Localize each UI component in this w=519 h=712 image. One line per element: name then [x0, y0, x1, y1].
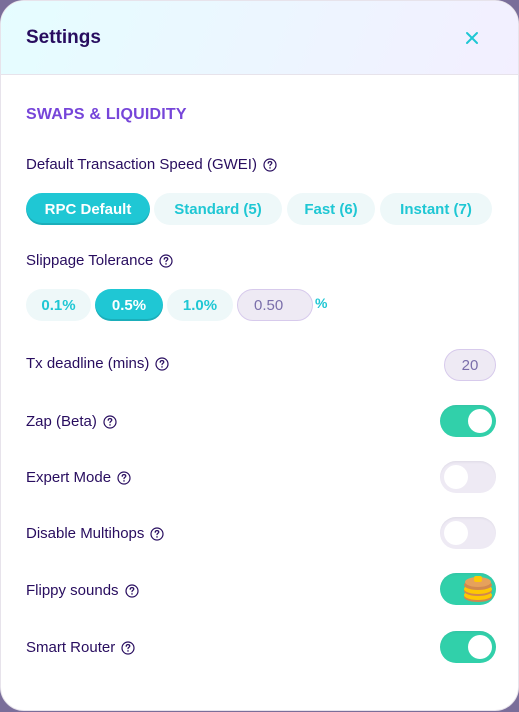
gas-option-fast[interactable]: Fast (6): [287, 193, 375, 225]
gas-option-rpc-default[interactable]: RPC Default: [26, 193, 150, 225]
pancake-icon: [464, 576, 492, 602]
help-icon[interactable]: [150, 526, 164, 541]
zap-label: Zap (Beta): [26, 413, 117, 430]
multihops-label-text: Disable Multihops: [26, 525, 145, 542]
slippage-custom-input[interactable]: 0.50: [237, 289, 313, 321]
close-button[interactable]: [457, 23, 487, 53]
multihops-label: Disable Multihops: [26, 525, 164, 542]
toggle-knob: [444, 521, 468, 545]
gas-speed-label: Default Transaction Speed (GWEI): [26, 156, 277, 173]
close-icon: [466, 32, 478, 44]
help-icon[interactable]: [155, 356, 169, 371]
toggle-knob: [468, 635, 492, 659]
slippage-option-1-0[interactable]: 1.0%: [167, 289, 233, 321]
deadline-label-text: Tx deadline (mins): [26, 355, 150, 372]
slippage-label: Slippage Tolerance: [26, 252, 173, 269]
zap-toggle[interactable]: [440, 405, 496, 437]
expert-mode-label: Expert Mode: [26, 469, 131, 486]
expert-mode-label-text: Expert Mode: [26, 469, 112, 486]
toggle-knob: [468, 409, 492, 433]
gas-speed-label-text: Default Transaction Speed (GWEI): [26, 156, 257, 173]
settings-modal: Settings SWAPS & LIQUIDITY Default Trans…: [0, 0, 519, 711]
help-icon[interactable]: [121, 640, 135, 655]
modal-header: Settings: [1, 1, 518, 75]
expert-mode-toggle[interactable]: [440, 461, 496, 493]
help-icon[interactable]: [263, 157, 277, 172]
gas-option-instant[interactable]: Instant (7): [380, 193, 492, 225]
deadline-input[interactable]: 20: [444, 349, 496, 381]
smart-router-label: Smart Router: [26, 639, 135, 656]
flippy-sounds-toggle[interactable]: [440, 573, 496, 605]
modal-title: Settings: [26, 27, 101, 48]
slippage-option-0-1[interactable]: 0.1%: [26, 289, 91, 321]
flippy-sounds-label: Flippy sounds: [26, 582, 139, 599]
slippage-label-text: Slippage Tolerance: [26, 252, 154, 269]
help-icon[interactable]: [103, 414, 117, 429]
help-icon[interactable]: [159, 253, 173, 268]
slippage-option-0-5[interactable]: 0.5%: [95, 289, 163, 321]
toggle-knob: [444, 465, 468, 489]
section-title: SWAPS & LIQUIDITY: [26, 106, 187, 123]
help-icon[interactable]: [117, 470, 131, 485]
slippage-unit: %: [315, 295, 328, 311]
smart-router-label-text: Smart Router: [26, 639, 116, 656]
help-icon[interactable]: [124, 583, 139, 598]
gas-option-standard[interactable]: Standard (5): [154, 193, 282, 225]
zap-label-text: Zap (Beta): [26, 413, 97, 430]
multihops-toggle[interactable]: [440, 517, 496, 549]
smart-router-toggle[interactable]: [440, 631, 496, 663]
deadline-label: Tx deadline (mins): [26, 355, 169, 372]
flippy-sounds-label-text: Flippy sounds: [26, 582, 119, 599]
